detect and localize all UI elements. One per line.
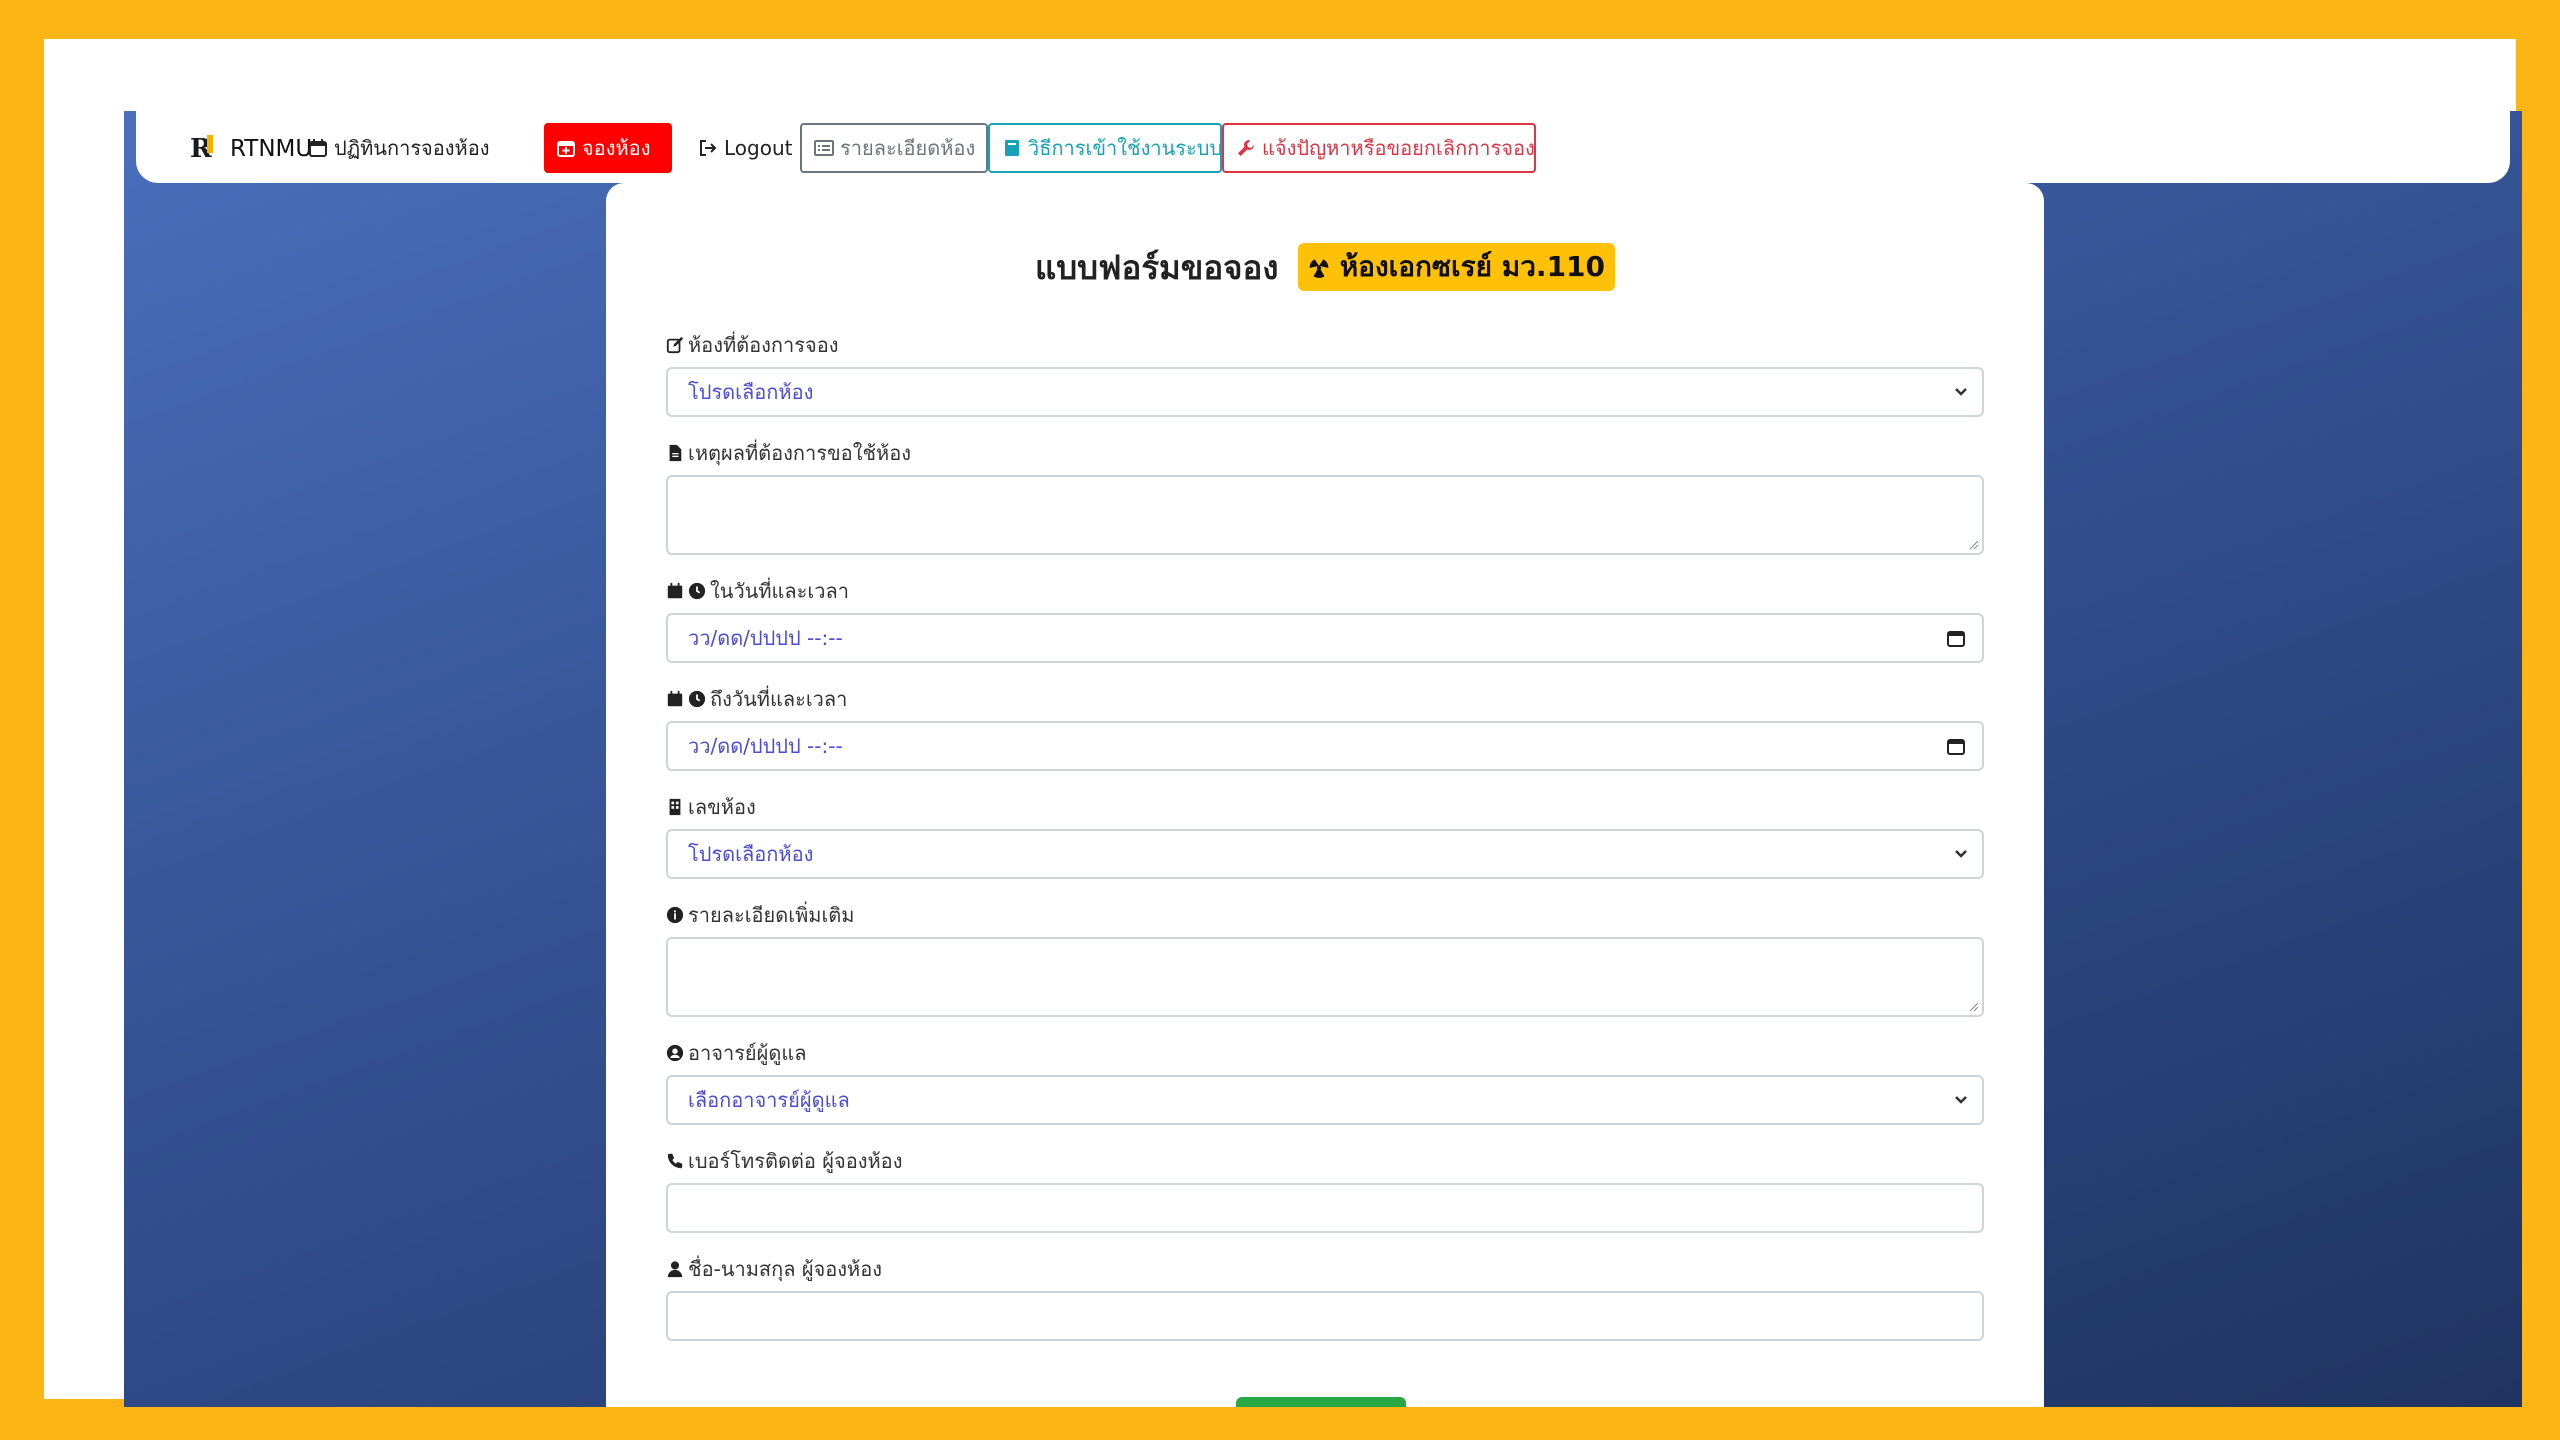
name-label: ชื่อ-นามสกุล ผู้จองห้อง: [666, 1253, 882, 1285]
room-select[interactable]: โปรดเลือกห้อง: [666, 367, 1984, 417]
phone-label: เบอร์โทรติดต่อ ผู้จองห้อง: [666, 1145, 902, 1177]
info-icon: [666, 906, 684, 924]
file-icon: [669, 444, 682, 462]
reason-label: เหตุผลที่ต้องการขอใช้ห้อง: [666, 437, 911, 469]
nav-book-room-button[interactable]: จองห้อง: [544, 123, 672, 173]
room-badge-text: ห้องเอกซเรย์ มว.110: [1339, 250, 1606, 283]
how-to-label: วิธีการเข้าใช้งานระบบ: [1028, 136, 1223, 160]
resize-handle-icon: [1969, 540, 1979, 550]
user-circle-icon: [666, 1044, 684, 1062]
nav-calendar-link[interactable]: ปฏิทินการจองห้อง: [296, 123, 502, 173]
user-icon: [667, 1261, 683, 1278]
navbar: R RTNMU ปฏิทินการจองห้อง จองห้อง Logout …: [136, 111, 2510, 183]
page-background: R RTNMU ปฏิทินการจองห้อง จองห้อง Logout …: [124, 111, 2522, 1407]
details-textarea[interactable]: [666, 937, 1984, 1017]
name-input[interactable]: [666, 1291, 1984, 1341]
calendar-icon: [667, 690, 683, 707]
book-icon: [1005, 140, 1019, 156]
sign-out-icon: [700, 140, 717, 156]
submit-button[interactable]: [1236, 1397, 1406, 1407]
calendar-icon: [667, 582, 683, 599]
chevron-down-icon: [1955, 388, 1967, 396]
calendar-picker-icon[interactable]: [1946, 628, 1966, 648]
reason-textarea[interactable]: [666, 475, 1984, 555]
chevron-down-icon: [1955, 850, 1967, 858]
booking-form-card: แบบฟอร์มขอจอง ห้องเอกซเรย์ มว.110 ห้องที…: [606, 183, 2044, 1407]
radiation-icon: [1309, 259, 1329, 278]
phone-icon: [667, 1153, 683, 1169]
clock-icon: [688, 582, 706, 600]
details-label: รายละเอียดเพิ่มเติม: [666, 899, 854, 931]
list-icon: [814, 140, 834, 156]
building-icon: [669, 798, 681, 816]
clock-icon: [688, 690, 706, 708]
advisor-label: อาจารย์ผู้ดูแล: [666, 1037, 807, 1069]
room-number-select[interactable]: โปรดเลือกห้อง: [666, 829, 1984, 879]
phone-input[interactable]: [666, 1183, 1984, 1233]
end-datetime-input[interactable]: วว/ดด/ปปปป --:--: [666, 721, 1984, 771]
wrench-icon: [1238, 140, 1254, 156]
start-datetime-input[interactable]: วว/ดด/ปปปป --:--: [666, 613, 1984, 663]
room-select-label: ห้องที่ต้องการจอง: [666, 329, 839, 361]
nav-calendar-label: ปฏิทินการจองห้อง: [334, 136, 490, 160]
end-datetime-label: ถึงวันที่และเวลา: [666, 683, 847, 715]
room-number-label: เลขห้อง: [666, 791, 756, 823]
how-to-button[interactable]: วิธีการเข้าใช้งานระบบ: [988, 123, 1222, 173]
brand-logo: R: [190, 134, 213, 164]
room-details-button[interactable]: รายละเอียดห้อง: [800, 123, 988, 173]
report-problem-button[interactable]: แจ้งปัญหาหรือขอยกเลิกการจอง: [1222, 123, 1536, 173]
calendar-icon: [309, 139, 327, 157]
nav-logout-label: Logout: [724, 136, 793, 160]
form-heading: แบบฟอร์มขอจอง ห้องเอกซเรย์ มว.110: [606, 241, 2044, 294]
form-title: แบบฟอร์มขอจอง: [1034, 248, 1279, 287]
edit-icon: [666, 336, 684, 354]
nav-logout-link[interactable]: Logout: [686, 123, 804, 173]
calendar-picker-icon[interactable]: [1946, 736, 1966, 756]
advisor-select[interactable]: เลือกอาจารย์ผู้ดูแล: [666, 1075, 1984, 1125]
room-details-label: รายละเอียดห้อง: [840, 136, 976, 160]
brand[interactable]: R RTNMU: [190, 133, 312, 165]
calendar-plus-icon: [557, 141, 575, 157]
report-problem-label: แจ้งปัญหาหรือขอยกเลิกการจอง: [1262, 136, 1535, 160]
room-badge: ห้องเอกซเรย์ มว.110: [1297, 243, 1616, 291]
nav-book-room-label: จองห้อง: [582, 136, 651, 160]
chevron-down-icon: [1955, 1096, 1967, 1104]
start-datetime-label: ในวันที่และเวลา: [666, 575, 849, 607]
resize-handle-icon: [1969, 1002, 1979, 1012]
outer-frame: R RTNMU ปฏิทินการจองห้อง จองห้อง Logout …: [44, 39, 2522, 1407]
